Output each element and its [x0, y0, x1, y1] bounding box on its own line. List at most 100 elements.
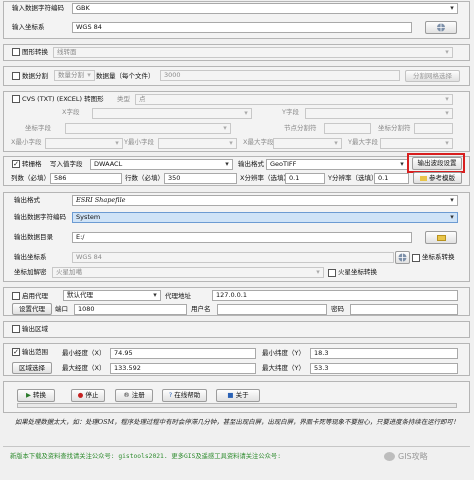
proxy-port-label: 端口	[55, 305, 68, 313]
raster-format-label: 输出格式	[238, 160, 264, 168]
csv-y-field-select[interactable]	[305, 108, 453, 119]
raster-rows-label: 行数（必填）	[125, 174, 164, 182]
output-encoding-select[interactable]: System	[72, 212, 458, 223]
proxy-settings-button[interactable]: 设置代理	[12, 303, 52, 315]
csv-xmax-select[interactable]	[273, 138, 342, 149]
csv-ymin-select[interactable]	[158, 138, 237, 149]
csv-x-field-label: X字段	[62, 108, 80, 116]
output-dir-label: 输出数据目录	[14, 233, 53, 241]
raster-yres-label: Y分辨率（选填）	[328, 174, 378, 182]
output-format-select[interactable]: ESRI Shapefile	[72, 195, 458, 206]
raster-template-button[interactable]: 参考模版	[413, 172, 462, 184]
output-format-label: 输出格式	[14, 196, 40, 204]
wechat-icon	[384, 452, 395, 461]
stop-button[interactable]: ● 停止	[71, 389, 105, 402]
raster-format-select[interactable]: GeoTIFF	[266, 159, 408, 170]
csv-ymax-select[interactable]	[380, 138, 453, 149]
proxy-address-field[interactable]: 127.0.0.1	[212, 290, 458, 301]
output-coord-label: 输出坐标系	[14, 253, 47, 261]
csv-checkbox[interactable]	[12, 95, 20, 103]
raster-yres-field[interactable]: 0.1	[374, 173, 409, 184]
csv-xmin-select[interactable]	[45, 138, 123, 149]
register-label: 注册	[131, 391, 145, 399]
proxy-password-field[interactable]	[350, 304, 458, 315]
split-count-label: 数据量（每个文件）	[96, 72, 155, 80]
raster-label: 转栅格	[22, 160, 42, 168]
input-encoding-select[interactable]: GBK	[72, 3, 458, 14]
range-checkbox[interactable]: ✓	[12, 348, 20, 356]
proxy-checkbox[interactable]	[12, 292, 20, 300]
range-min-lon-label: 最小经度（X）	[62, 349, 106, 357]
raster-field-label: 写入值字段	[50, 160, 83, 168]
output-mars-checkbox[interactable]	[328, 269, 336, 277]
raster-rows-field[interactable]: 350	[164, 173, 237, 184]
split-mode-select[interactable]: 数量分割	[54, 70, 95, 81]
raster-xres-field[interactable]: 0.1	[285, 173, 325, 184]
output-dir-browse-button[interactable]	[425, 231, 457, 244]
proxy-user-field[interactable]	[217, 304, 327, 315]
range-max-lon-label: 最大经度（X）	[62, 364, 106, 372]
about-button[interactable]: ■ 关于	[216, 389, 260, 402]
split-grid-button[interactable]: 分割网格选择	[405, 70, 460, 82]
graphic-convert-select[interactable]: 线转面	[53, 47, 453, 58]
about-icon: ■	[227, 391, 236, 399]
output-coord-field[interactable]: WGS 84	[72, 252, 394, 263]
output-coord-convert-checkbox[interactable]	[412, 254, 420, 262]
csv-x-field-select[interactable]	[92, 108, 252, 119]
register-button[interactable]: ® 注册	[115, 389, 153, 402]
csv-coord-sep-field[interactable]	[414, 123, 453, 134]
split-checkbox[interactable]	[12, 72, 20, 80]
raster-xres-label: X分辨率（选填）	[240, 174, 290, 182]
range-label: 输出范围	[22, 348, 48, 356]
proxy-type-select[interactable]: 默认代理	[63, 290, 161, 301]
output-dir-field[interactable]: E:/	[72, 232, 412, 243]
csv-label: CVS (TXT) (EXCEL) 转图形	[22, 95, 104, 103]
input-coord-field[interactable]: WGS 84	[72, 22, 412, 33]
csv-y-field-label: Y字段	[282, 108, 299, 116]
raster-checkbox[interactable]: ✓	[12, 160, 20, 168]
footer-text: 新版本下载及资料查找请关注公众号: gistools2021. 更多GIS及遥感…	[10, 453, 282, 460]
input-coord-globe-button[interactable]	[425, 21, 457, 34]
region-label: 输出区域	[22, 325, 48, 333]
globe-icon	[398, 253, 407, 262]
region-checkbox[interactable]	[12, 325, 20, 333]
input-coord-label: 输入坐标系	[12, 23, 45, 31]
csv-node-sep-field[interactable]	[324, 123, 371, 134]
region-panel	[3, 321, 470, 338]
convert-button[interactable]: ▶ 转换	[17, 389, 55, 402]
play-icon: ▶	[25, 391, 34, 399]
csv-type-select[interactable]: 点	[135, 94, 453, 105]
csv-type-label: 类型	[117, 95, 130, 103]
csv-coord-sep-label: 坐标分割符	[378, 124, 411, 132]
output-coord-globe-button[interactable]	[395, 251, 410, 264]
proxy-password-label: 密码	[331, 305, 344, 313]
raster-cols-label: 列数（必填）	[11, 174, 50, 182]
output-encrypt-select[interactable]: 火星加噶	[52, 267, 324, 278]
range-max-lon-field[interactable]: 133.592	[110, 363, 256, 374]
notice-text: 如果处理数据太大，如：处理OSM，程序处理过程中有时会停滞几分钟，甚至出现白屏，…	[14, 418, 460, 426]
output-encoding-label: 输出数据字符编码	[14, 213, 66, 221]
csv-xmin-label: X最小字段	[11, 138, 42, 146]
progress-bar	[17, 403, 457, 408]
output-coord-convert-label: 坐标系转换	[422, 253, 455, 261]
graphic-convert-checkbox[interactable]	[12, 48, 20, 56]
range-select-button[interactable]: 区域选择	[12, 362, 52, 374]
convert-label: 转换	[33, 391, 47, 399]
raster-cols-field[interactable]: 586	[50, 173, 122, 184]
range-max-lat-field[interactable]: 53.3	[310, 363, 458, 374]
proxy-address-label: 代理地址	[165, 292, 191, 300]
help-button[interactable]: ? 在线帮助	[162, 389, 207, 402]
csv-ymin-label: Y最小字段	[124, 138, 154, 146]
about-label: 关于	[235, 391, 249, 399]
proxy-user-label: 用户名	[191, 305, 211, 313]
output-encrypt-label: 坐标加解密	[14, 268, 47, 276]
split-count-field[interactable]: 3000	[160, 70, 400, 81]
raster-field-select[interactable]: DWAACL	[90, 159, 233, 170]
watermark: GIS攻略	[384, 449, 470, 464]
csv-coord-field-select[interactable]	[65, 123, 231, 134]
footer-separator	[3, 446, 470, 447]
proxy-port-field[interactable]: 1080	[74, 304, 187, 315]
folder-icon	[420, 175, 427, 181]
range-min-lon-field[interactable]: 74.95	[110, 348, 256, 359]
range-min-lat-field[interactable]: 18.3	[310, 348, 458, 359]
